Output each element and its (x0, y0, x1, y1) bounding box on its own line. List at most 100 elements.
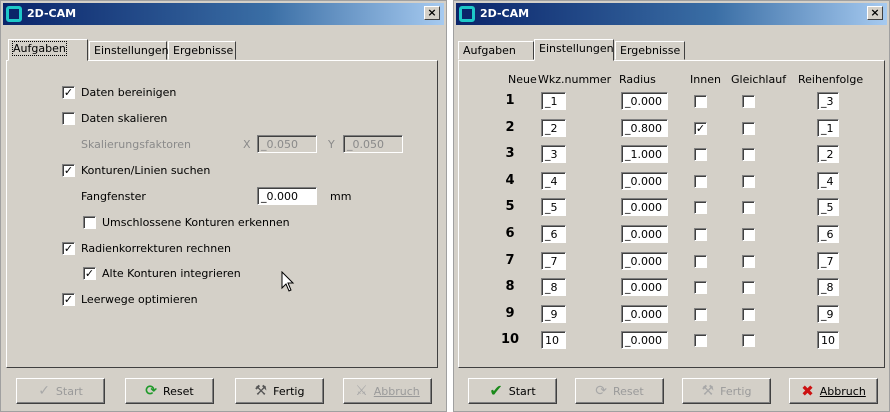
wkz-nummer-input[interactable]: _9 (541, 305, 566, 323)
reihenfolge-input[interactable]: _7 (817, 252, 839, 270)
scale-x-label: X (243, 138, 251, 151)
konturen-suchen-label: Konturen/Linien suchen (81, 164, 211, 177)
scale-y-input[interactable]: _0.050 (343, 135, 403, 153)
radienkorrekturen-checkbox[interactable]: ✓ (62, 242, 75, 255)
start-button[interactable]: ✔ Start (468, 378, 557, 404)
tab-ergebnisse[interactable]: Ergebnisse (168, 41, 236, 60)
gleichlauf-checkbox[interactable] (742, 201, 755, 214)
innen-checkbox[interactable] (694, 281, 707, 294)
radius-input[interactable]: _0.000 (621, 278, 668, 296)
tab-einstellungen[interactable]: Einstellungen (534, 39, 614, 61)
reihenfolge-input[interactable]: _5 (817, 198, 839, 216)
title-bar[interactable]: 2D-CAM × (456, 3, 887, 25)
innen-checkbox[interactable] (694, 334, 707, 347)
right-dialog-einstellungen: 2D-CAM × Aufgaben Einstellungen Ergebnis… (453, 0, 890, 412)
reset-button[interactable]: ⟳ Reset (125, 378, 214, 404)
reihenfolge-input[interactable]: _1 (817, 119, 839, 137)
wkz-nummer-input[interactable]: _6 (541, 225, 566, 243)
leerwege-label: Leerwege optimieren (81, 293, 198, 306)
radius-input[interactable]: _0.000 (621, 92, 668, 110)
fertig-button[interactable]: ⚒ Fertig (235, 378, 324, 404)
wkz-nummer-input[interactable]: _3 (541, 145, 566, 163)
start-button[interactable]: ✓ Start (16, 378, 105, 404)
gleichlauf-checkbox[interactable] (742, 308, 755, 321)
wkz-nummer-input[interactable]: _7 (541, 252, 566, 270)
wkz-nummer-input[interactable]: _2 (541, 119, 566, 137)
radius-input[interactable]: _0.000 (621, 198, 668, 216)
daten-bereinigen-checkbox[interactable]: ✓ (62, 86, 75, 99)
fangfenster-input[interactable]: _0.000 (257, 187, 317, 205)
title-bar[interactable]: 2D-CAM × (3, 3, 444, 25)
refresh-icon: ⟳ (595, 383, 607, 399)
konturen-suchen-checkbox[interactable]: ✓ (62, 164, 75, 177)
app-icon (459, 6, 475, 22)
fangfenster-label: Fangfenster (81, 190, 146, 203)
innen-checkbox[interactable] (694, 95, 707, 108)
innen-checkbox[interactable] (694, 255, 707, 268)
wkz-nummer-input[interactable]: _1 (541, 92, 566, 110)
reihenfolge-input[interactable]: _9 (817, 305, 839, 323)
radienkorrekturen-label: Radienkorrekturen rechnen (81, 242, 231, 255)
radius-input[interactable]: _0.800 (621, 119, 668, 137)
reihenfolge-input[interactable]: _2 (817, 145, 839, 163)
tab-aufgaben[interactable]: Aufgaben (8, 39, 88, 61)
gleichlauf-checkbox[interactable] (742, 148, 755, 161)
gleichlauf-checkbox[interactable] (742, 281, 755, 294)
innen-checkbox[interactable] (694, 148, 707, 161)
leerwege-checkbox[interactable]: ✓ (62, 293, 75, 306)
tools-cross-icon: ⚔ (355, 383, 368, 399)
scale-x-input[interactable]: _0.050 (257, 135, 317, 153)
alte-konturen-checkbox[interactable]: ✓ (83, 267, 96, 280)
radius-input[interactable]: _0.000 (621, 331, 668, 349)
row-number: 1 (505, 93, 515, 108)
gleichlauf-checkbox[interactable] (742, 95, 755, 108)
gleichlauf-checkbox[interactable] (742, 228, 755, 241)
tab-aufgaben[interactable]: Aufgaben (458, 41, 534, 60)
wkz-nummer-input[interactable]: _8 (541, 278, 566, 296)
tab-einstellungen[interactable]: Einstellungen (89, 41, 169, 60)
row-number: 10 (500, 332, 520, 347)
reihenfolge-input[interactable]: _4 (817, 172, 839, 190)
gleichlauf-checkbox[interactable] (742, 255, 755, 268)
close-button[interactable]: × (424, 6, 440, 20)
header-radius: Radius (619, 73, 656, 86)
daten-skalieren-checkbox[interactable] (62, 112, 75, 125)
gleichlauf-checkbox[interactable] (742, 175, 755, 188)
wkz-nummer-input[interactable]: 10 (541, 331, 566, 349)
reset-button[interactable]: ⟳ Reset (575, 378, 664, 404)
tools-icon: ⚒ (254, 383, 268, 399)
window-title: 2D-CAM (27, 7, 77, 20)
row-number: 4 (505, 173, 515, 188)
reihenfolge-input[interactable]: _6 (817, 225, 839, 243)
radius-input[interactable]: _0.000 (621, 252, 668, 270)
gleichlauf-checkbox[interactable] (742, 122, 755, 135)
app-icon (6, 6, 22, 22)
abbruch-button[interactable]: ⚔ Abbruch (343, 378, 432, 404)
wkz-nummer-input[interactable]: _5 (541, 198, 566, 216)
innen-checkbox[interactable] (694, 308, 707, 321)
abbruch-button[interactable]: ✖ Abbruch (789, 378, 878, 404)
umschlossene-konturen-checkbox[interactable] (83, 216, 96, 229)
innen-checkbox[interactable]: ✓ (694, 122, 707, 135)
wkz-nummer-input[interactable]: _4 (541, 172, 566, 190)
reihenfolge-input[interactable]: _3 (817, 92, 839, 110)
radius-input[interactable]: _0.000 (621, 305, 668, 323)
reihenfolge-input[interactable]: 10 (817, 331, 839, 349)
innen-checkbox[interactable] (694, 175, 707, 188)
fertig-button[interactable]: ⚒ Fertig (682, 378, 771, 404)
row-number: 2 (505, 120, 515, 135)
tab-ergebnisse[interactable]: Ergebnisse (615, 41, 685, 60)
daten-skalieren-label: Daten skalieren (81, 112, 168, 125)
header-neue: Neue (508, 73, 537, 86)
header-reihenfolge: Reihenfolge (798, 73, 864, 86)
gleichlauf-checkbox[interactable] (742, 334, 755, 347)
radius-input[interactable]: _0.000 (621, 225, 668, 243)
aufgaben-panel: ✓ Daten bereinigen Daten skalieren Skali… (6, 60, 438, 368)
reihenfolge-input[interactable]: _8 (817, 278, 839, 296)
innen-checkbox[interactable] (694, 228, 707, 241)
row-number: 3 (505, 146, 515, 161)
radius-input[interactable]: _1.000 (621, 145, 668, 163)
close-button[interactable]: × (867, 6, 883, 20)
innen-checkbox[interactable] (694, 201, 707, 214)
radius-input[interactable]: _0.000 (621, 172, 668, 190)
